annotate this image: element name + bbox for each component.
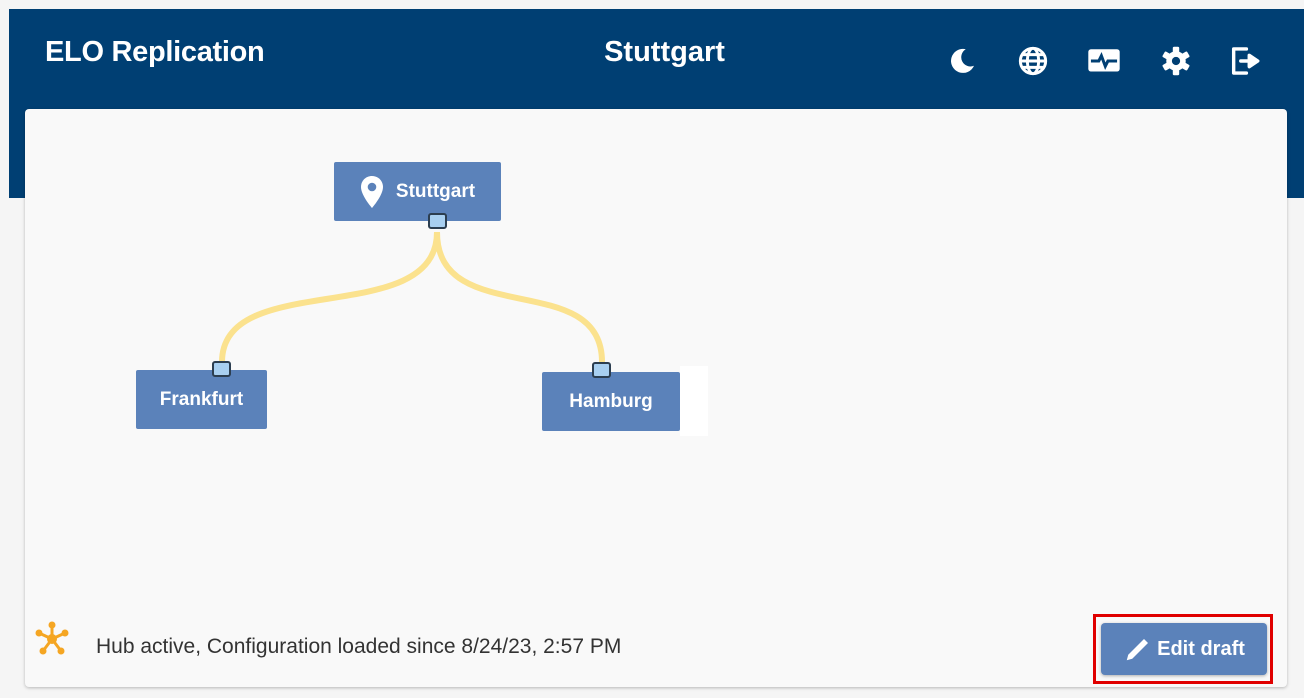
- node-label: Stuttgart: [395, 180, 476, 202]
- node-stuttgart[interactable]: Stuttgart: [334, 162, 501, 221]
- hub-icon: [35, 621, 69, 655]
- monitoring-button[interactable]: [1086, 43, 1122, 79]
- edit-draft-button[interactable]: Edit draft: [1101, 623, 1267, 675]
- globe-icon: [1018, 46, 1048, 76]
- node-hamburg[interactable]: Hamburg: [542, 372, 680, 431]
- logout-icon: [1231, 47, 1260, 75]
- location-title: Stuttgart: [604, 36, 725, 68]
- status-text: Hub active, Configuration loaded since 8…: [96, 635, 622, 658]
- port-hamburg-in[interactable]: [592, 362, 611, 378]
- gear-icon: [1162, 46, 1190, 76]
- node-frankfurt[interactable]: Frankfurt: [136, 370, 267, 429]
- pencil-icon: [1126, 639, 1149, 661]
- app-title: ELO Replication: [45, 36, 265, 68]
- moon-icon: [951, 48, 974, 73]
- monitor-icon: [1088, 49, 1120, 72]
- edit-draft-label: Edit draft: [1157, 637, 1245, 660]
- language-button[interactable]: [1015, 43, 1051, 79]
- port-stuttgart-out[interactable]: [428, 213, 447, 229]
- node-label: Frankfurt: [159, 388, 244, 410]
- dark-mode-button[interactable]: [944, 43, 980, 79]
- port-frankfurt-in[interactable]: [212, 361, 231, 377]
- location-pin-icon: [360, 175, 383, 208]
- settings-button[interactable]: [1158, 43, 1194, 79]
- logout-button[interactable]: [1227, 43, 1263, 79]
- node-shadow: [680, 366, 708, 436]
- node-label: Hamburg: [569, 390, 653, 412]
